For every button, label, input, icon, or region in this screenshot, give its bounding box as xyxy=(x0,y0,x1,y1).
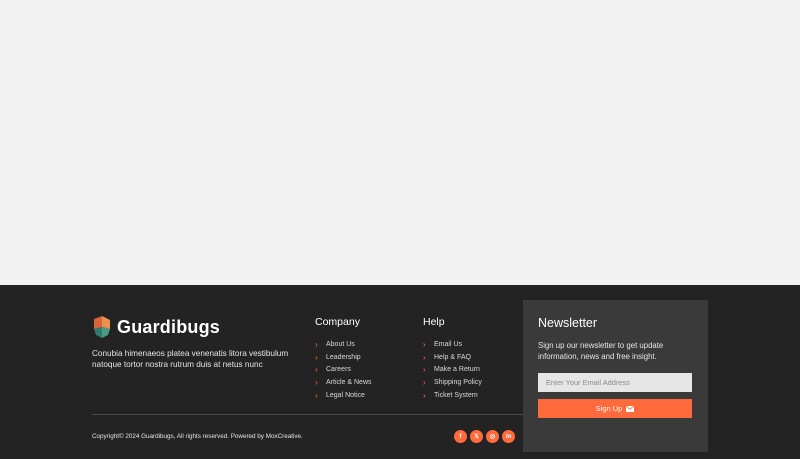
company-link-article-news[interactable]: › Article & News xyxy=(315,376,372,389)
help-link-ticket-system[interactable]: › Ticket System xyxy=(423,389,482,402)
company-title: Company xyxy=(315,316,360,328)
chevron-right-icon: › xyxy=(423,391,426,401)
linkedin-icon[interactable]: in xyxy=(502,430,515,443)
newsletter-email-input[interactable] xyxy=(538,373,692,392)
help-link-make-a-return[interactable]: › Make a Return xyxy=(423,364,482,377)
company-link-legal-notice[interactable]: › Legal Notice xyxy=(315,389,372,402)
chevron-right-icon: › xyxy=(423,378,426,388)
newsletter-signup-button[interactable]: Sign Up xyxy=(538,399,692,418)
chevron-right-icon: › xyxy=(315,365,318,375)
link-label: About Us xyxy=(326,340,355,348)
company-column: Company › About Us › Leadership › Careers ›… xyxy=(315,316,372,402)
chevron-right-icon: › xyxy=(423,352,426,362)
link-label: Careers xyxy=(326,366,351,374)
company-link-careers[interactable]: › Careers xyxy=(315,364,372,377)
chevron-right-icon: › xyxy=(315,339,318,349)
social-links: f 𝕏 ◎ in xyxy=(454,430,515,443)
page-content-area xyxy=(0,0,800,285)
chevron-right-icon: › xyxy=(315,352,318,362)
brand-tagline: Conubia himenaeos platea venenatis litor… xyxy=(92,349,289,369)
help-link-help-faq[interactable]: › Help & FAQ xyxy=(423,351,482,364)
link-label: Leadership xyxy=(326,353,361,361)
chevron-right-icon: › xyxy=(315,391,318,401)
chevron-right-icon: › xyxy=(423,365,426,375)
x-twitter-icon[interactable]: 𝕏 xyxy=(470,430,483,443)
help-link-shipping-policy[interactable]: › Shipping Policy xyxy=(423,376,482,389)
help-column: Help › Email Us › Help & FAQ › Make a Retur… xyxy=(423,316,482,402)
link-label: Ticket System xyxy=(434,392,478,400)
chevron-right-icon: › xyxy=(315,378,318,388)
newsletter-title: Newsletter xyxy=(538,316,598,330)
help-title: Help xyxy=(423,316,445,328)
guardibugs-logo-icon xyxy=(94,316,110,338)
link-label: Article & News xyxy=(326,379,372,387)
newsletter-description: Sign up our newsletter to get update inf… xyxy=(538,341,664,361)
newsletter-panel: Newsletter Sign up our newsletter to get… xyxy=(523,300,708,452)
brand-name: Guardibugs xyxy=(117,316,221,337)
footer-brand[interactable]: Guardibugs xyxy=(92,315,220,339)
link-label: Legal Notice xyxy=(326,392,365,400)
help-link-email-us[interactable]: › Email Us xyxy=(423,338,482,351)
link-label: Help & FAQ xyxy=(434,353,471,361)
link-label: Make a Return xyxy=(434,366,480,374)
envelope-icon xyxy=(626,405,635,412)
facebook-icon[interactable]: f xyxy=(454,430,467,443)
link-label: Email Us xyxy=(434,340,463,348)
company-link-leadership[interactable]: › Leadership xyxy=(315,351,372,364)
instagram-icon[interactable]: ◎ xyxy=(486,430,499,443)
company-link-about-us[interactable]: › About Us xyxy=(315,338,372,351)
chevron-right-icon: › xyxy=(423,339,426,349)
signup-button-label: Sign Up xyxy=(595,404,623,413)
copyright-text: Copyright© 2024 Guardibugs, All rights r… xyxy=(92,433,303,440)
footer-divider xyxy=(92,414,523,415)
link-label: Shipping Policy xyxy=(434,379,482,387)
